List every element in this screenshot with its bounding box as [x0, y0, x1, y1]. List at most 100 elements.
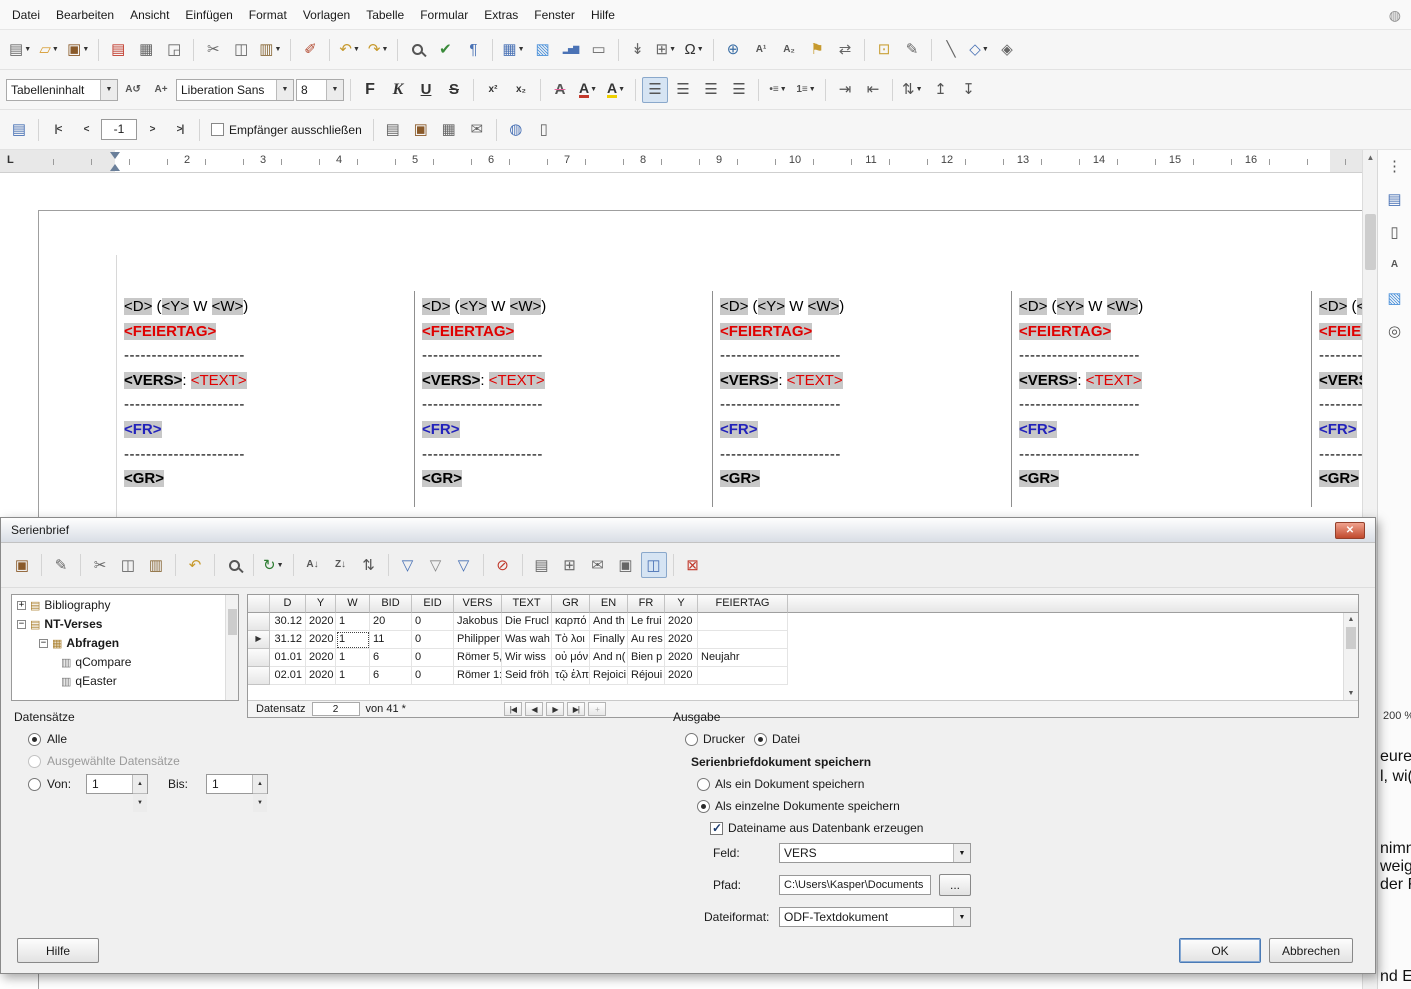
cell[interactable]: Philipper [454, 631, 502, 649]
cell[interactable]: Wir wiss [502, 649, 552, 667]
horizontal-ruler[interactable]: L 2345678910111213141516 [0, 150, 1362, 173]
record-number-field[interactable]: 2 [312, 702, 360, 716]
mail-merge-icon[interactable]: ✉ [585, 552, 611, 578]
cell[interactable]: 2020 [306, 631, 336, 649]
ok-button[interactable]: OK [1179, 938, 1261, 963]
menu-tabelle[interactable]: Tabelle [358, 3, 412, 27]
collapse-icon[interactable]: − [39, 639, 48, 648]
cell[interactable]: 0 [412, 667, 454, 685]
chevron-down-icon[interactable]: ▼ [326, 80, 343, 100]
cell[interactable]: 2020 [306, 667, 336, 685]
new-record-button[interactable]: + [588, 702, 606, 716]
from-label[interactable]: Von: [47, 777, 71, 791]
undo-icon[interactable]: ↶ [182, 552, 208, 578]
first-line-indent-marker[interactable] [110, 152, 120, 159]
font-name-combo[interactable]: Liberation Sans▼ [176, 79, 294, 101]
single-document-radio[interactable] [697, 778, 710, 791]
copy-icon[interactable]: ◫ [228, 37, 254, 63]
table-row[interactable]: 01.012020160Römer 5,Wir wissοὐ μόνAnd n(… [248, 649, 1358, 667]
gallery-icon[interactable]: ▧ [1383, 286, 1407, 310]
align-left-icon[interactable]: ☰ [642, 77, 668, 103]
cell[interactable]: Neujahr [698, 649, 788, 667]
left-indent-marker[interactable] [110, 164, 120, 171]
cell[interactable]: Römer 5, [454, 649, 502, 667]
data-to-text-icon[interactable]: ▤ [529, 552, 555, 578]
insert-textbox-icon[interactable]: ▭ [586, 37, 612, 63]
column-header-d[interactable]: D [270, 595, 306, 613]
last-record-icon[interactable]: >| [167, 117, 193, 143]
column-header-text[interactable]: TEXT [502, 595, 552, 613]
cell[interactable]: 2020 [306, 613, 336, 631]
last-record-button[interactable]: ▶| [567, 702, 585, 716]
properties-icon[interactable]: ▤ [1383, 187, 1407, 211]
edit-data-icon[interactable]: ✎ [48, 552, 74, 578]
sort-ascending-icon[interactable]: A↓ [300, 552, 326, 578]
cell[interactable]: 1 [336, 649, 370, 667]
expand-icon[interactable]: + [17, 601, 26, 610]
clone-formatting-icon[interactable]: ✐ [297, 37, 323, 63]
cross-reference-icon[interactable]: ⇄ [832, 37, 858, 63]
cell[interactable]: 1 [336, 667, 370, 685]
scroll-down-icon[interactable]: ▼ [1344, 687, 1358, 700]
all-records-label[interactable]: Alle [47, 732, 67, 746]
print-preview-icon[interactable]: ◲ [161, 37, 187, 63]
next-record-icon[interactable]: > [139, 117, 165, 143]
table-row[interactable]: ▶31.1220201110PhilipperWas wahΤὸ λοιFina… [248, 631, 1358, 649]
cell[interactable]: Die Frucl [502, 613, 552, 631]
sort-icon[interactable]: ⇅ [356, 552, 382, 578]
cell[interactable]: 0 [412, 631, 454, 649]
new-style-icon[interactable]: A+ [148, 77, 174, 103]
column-header-bid[interactable]: BID [370, 595, 412, 613]
menu-vorlagen[interactable]: Vorlagen [295, 3, 358, 27]
para-space-increase-icon[interactable]: ↥ [928, 77, 954, 103]
styles-icon[interactable]: A [1383, 253, 1407, 277]
column-header-en[interactable]: EN [590, 595, 628, 613]
scrollbar-thumb[interactable] [1365, 214, 1376, 270]
underline-icon[interactable]: U [413, 77, 439, 103]
cell[interactable]: Bien p [628, 649, 665, 667]
cell[interactable]: Rejoici [590, 667, 628, 685]
cell[interactable] [698, 631, 788, 649]
cell[interactable]: 01.01 [270, 649, 306, 667]
to-spinner[interactable]: ▲▼ [252, 775, 267, 793]
cell[interactable]: 30.12 [270, 613, 306, 631]
font-size-combo[interactable]: 8▼ [296, 79, 344, 101]
dialog-titlebar[interactable]: Serienbrief ✕ [1, 518, 1375, 543]
chevron-down-icon[interactable]: ▼ [276, 80, 293, 100]
cell[interactable]: Finally [590, 631, 628, 649]
to-label[interactable]: Bis: [168, 777, 188, 791]
cell[interactable]: 20 [370, 613, 412, 631]
page-break-icon[interactable]: ↡ [625, 37, 651, 63]
tree-item-qeaster[interactable]: ▥ qEaster [12, 671, 238, 690]
save-merged-documents-icon[interactable]: ▣ [408, 117, 434, 143]
single-document-label[interactable]: Als ein Dokument speichern [715, 777, 864, 791]
merge-label-cell[interactable]: <D> (<Y> W <W>) <FEIERTAG> -------------… [1011, 293, 1309, 509]
cell[interactable]: Τὸ λοι [552, 631, 590, 649]
table-row[interactable]: 30.1220201200JakobusDie FruclκαρπόAnd th… [248, 613, 1358, 631]
filename-from-database-checkbox[interactable] [710, 822, 723, 835]
exclude-recipient-checkbox[interactable]: Empfänger ausschließen [206, 123, 367, 137]
tab-stop-selector[interactable]: L [7, 154, 14, 166]
insert-image-icon[interactable]: ▧ [530, 37, 556, 63]
spin-up-icon[interactable]: ▲ [133, 775, 147, 794]
menu-formular[interactable]: Formular [412, 3, 476, 27]
to-record-input[interactable]: 1 ▲▼ [206, 774, 268, 794]
view-merged-data-icon[interactable]: ▯ [531, 117, 557, 143]
reset-filter-icon[interactable]: ⊘ [490, 552, 516, 578]
tree-item-qcompare[interactable]: ▥ qCompare [12, 652, 238, 671]
column-header-vers[interactable]: VERS [454, 595, 502, 613]
save-record-icon[interactable]: ▣ [9, 552, 35, 578]
formatting-marks-icon[interactable]: ¶ [460, 37, 486, 63]
table-row[interactable]: 02.012020160Römer 1:Seid fröhτῷ ἐλπRejoi… [248, 667, 1358, 685]
para-space-decrease-icon[interactable]: ↧ [956, 77, 982, 103]
cell[interactable]: τῷ ἐλπ [552, 667, 590, 685]
undo-icon[interactable]: ↶▼ [336, 37, 363, 63]
row-header[interactable] [248, 613, 270, 631]
all-records-radio[interactable] [28, 733, 41, 746]
field-combo[interactable]: VERS ▼ [779, 843, 971, 863]
find-record-icon[interactable] [221, 552, 247, 578]
spin-down-icon[interactable]: ▼ [253, 794, 267, 812]
page-deck-icon[interactable]: ▯ [1383, 220, 1407, 244]
merge-label-cell[interactable]: <D> (<Y> W <W>) <FEIERTAG> -------------… [712, 293, 1010, 509]
italic-icon[interactable]: K [385, 77, 411, 103]
